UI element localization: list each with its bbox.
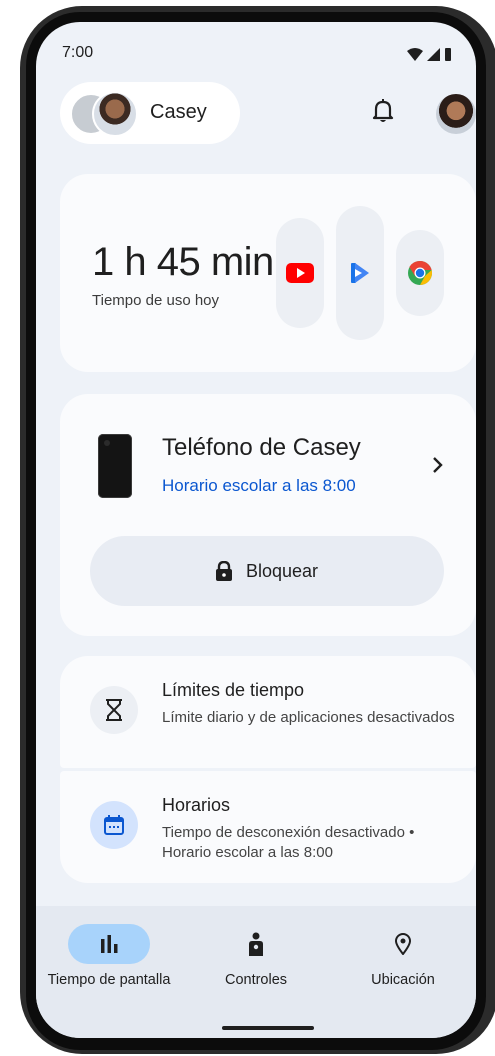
nav-tab-location[interactable]: Ubicación — [330, 924, 476, 988]
app-screen: 7:00 Casey 1 h 45 min Tiempo de uso hoy — [36, 22, 476, 1038]
hourglass-icon — [106, 699, 122, 721]
account-avatar[interactable] — [436, 94, 476, 134]
time-limits-title: Límites de tiempo — [162, 680, 305, 700]
usage-duration: 1 h 45 min — [92, 240, 274, 284]
schedules-row[interactable]: Horarios Tiempo de desconexión desactiva… — [60, 771, 476, 883]
location-pin-icon — [395, 933, 411, 955]
status-icons — [407, 47, 452, 61]
wifi-icon — [407, 47, 423, 61]
chrome-icon — [408, 260, 432, 285]
home-gesture-bar[interactable] — [222, 1026, 314, 1030]
app-pill-chrome[interactable] — [396, 230, 444, 316]
nav-icon-wrap — [215, 924, 297, 964]
nav-label-controls: Controles — [224, 972, 288, 988]
nav-icon-wrap — [362, 924, 444, 964]
nav-label-location: Ubicación — [371, 972, 435, 988]
nav-tab-controls[interactable]: Controles — [183, 924, 329, 988]
child-name: Casey — [150, 101, 207, 123]
time-limits-subtitle: Límite diario y de aplicaciones desactiv… — [162, 709, 455, 726]
bar-chart-icon — [101, 935, 118, 953]
status-time: 7:00 — [62, 44, 94, 61]
hourglass-icon-wrap — [90, 686, 138, 734]
nav-tab-screen-time[interactable]: Tiempo de pantalla — [36, 924, 182, 988]
device-phone-icon — [98, 434, 132, 498]
lock-button[interactable]: Bloquear — [90, 536, 444, 606]
play-books-icon — [351, 263, 369, 283]
calendar-icon — [104, 815, 124, 835]
nav-active-indicator — [68, 924, 150, 964]
lock-button-label: Bloquear — [245, 560, 319, 581]
app-pill-youtube[interactable] — [276, 218, 324, 328]
device-name: Teléfono de Casey — [162, 434, 361, 461]
nav-label-screen-time: Tiempo de pantalla — [47, 972, 171, 988]
chevron-right-icon[interactable] — [432, 456, 444, 474]
schedules-title: Horarios — [162, 795, 231, 815]
device-schedule-link[interactable]: Horario escolar a las 8:00 — [162, 476, 356, 496]
time-limits-row[interactable]: Límites de tiempo Límite diario y de apl… — [60, 656, 476, 768]
schedules-subtitle: Tiempo de desconexión desactivado • Hora… — [162, 824, 415, 861]
device-card[interactable]: Teléfono de Casey Horario escolar a las … — [60, 394, 476, 636]
notifications-bell-icon[interactable] — [372, 98, 394, 124]
calendar-icon-wrap — [90, 801, 138, 849]
child-avatar — [92, 91, 138, 137]
signal-icon — [427, 47, 440, 61]
child-controls-icon — [249, 932, 263, 956]
lock-icon — [215, 561, 232, 581]
youtube-icon — [286, 263, 314, 283]
screen-time-card[interactable]: 1 h 45 min Tiempo de uso hoy — [60, 174, 476, 372]
app-pill-play-books[interactable] — [336, 206, 384, 340]
usage-label: Tiempo de uso hoy — [92, 292, 220, 309]
child-profile-selector[interactable]: Casey — [60, 82, 240, 144]
bottom-navigation: Tiempo de pantalla Controles Ubicación — [36, 906, 476, 1038]
battery-icon — [445, 48, 451, 61]
